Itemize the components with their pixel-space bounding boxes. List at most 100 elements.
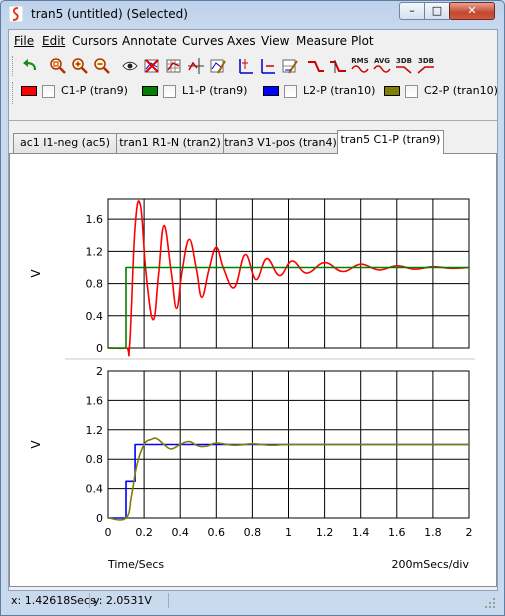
- y-tick-label: 0: [96, 342, 103, 355]
- legend-bar: C1-P (tran9) L1-P (tran9) L2-P (tran10) …: [9, 80, 498, 106]
- menu-view[interactable]: View: [261, 34, 289, 48]
- tab-strip: ac1 I1-neg (ac5) tran1 R1-N (tran2) tran…: [9, 130, 497, 154]
- y-axis-label: V: [29, 269, 43, 278]
- legend-label: L1-P (tran9): [182, 84, 248, 97]
- x-tick-label: 1.6: [388, 526, 406, 539]
- menu-edit[interactable]: Edit: [42, 34, 65, 48]
- toolbar-separator: [9, 120, 497, 121]
- legend-swatch: [263, 86, 279, 96]
- window-title: tran5 (untitled) (Selected): [31, 7, 188, 21]
- 3db-low-icon[interactable]: 3DB: [395, 57, 413, 75]
- crosshair-icon[interactable]: [187, 57, 205, 75]
- client-area: File Edit Cursors Annotate Curves Axes V…: [8, 29, 498, 591]
- menu-bar: File Edit Cursors Annotate Curves Axes V…: [9, 30, 497, 52]
- x-tick-label: 1.4: [352, 526, 370, 539]
- x-tick-label: 0.2: [135, 526, 153, 539]
- delete-axis-icon[interactable]: [259, 57, 277, 75]
- legend-checkbox-c2p[interactable]: [405, 85, 418, 98]
- legend-label: C1-P (tran9): [61, 84, 128, 97]
- legend-entry-c2p: C2-P (tran10): [384, 84, 498, 100]
- x-tick-label: 1.2: [316, 526, 334, 539]
- delete-curve-icon[interactable]: [143, 57, 161, 75]
- menu-annotate[interactable]: Annotate: [122, 34, 177, 48]
- title-bar[interactable]: tran5 (untitled) (Selected) – □ ✕: [1, 1, 504, 29]
- add-axis-icon[interactable]: [237, 57, 255, 75]
- menu-file[interactable]: File: [14, 34, 34, 48]
- add-curve-icon[interactable]: [165, 57, 183, 75]
- rise-icon[interactable]: [307, 57, 325, 75]
- eye-icon[interactable]: [121, 57, 139, 75]
- legend-label: C2-P (tran10): [424, 84, 498, 97]
- legend-swatch: [142, 86, 158, 96]
- 3db-high-icon[interactable]: 3DB: [417, 57, 435, 75]
- y-axis-label: V: [29, 440, 43, 449]
- y-tick-label: 0.8: [86, 278, 104, 291]
- x-tick-label: 0: [105, 526, 112, 539]
- legend-grip[interactable]: [12, 82, 16, 104]
- avg-label: AVG: [373, 57, 391, 65]
- legend-entry-l1p: L1-P (tran9): [142, 84, 252, 100]
- avg-icon[interactable]: AVG: [373, 57, 391, 75]
- y-tick-label: 2: [96, 365, 103, 378]
- x-axis-label: Time/Secs: [107, 558, 164, 571]
- plot-area[interactable]: 0 0.4 0.8 1.2 1.6 V 0 0.4 0.8 1.2 1.6 2 V 0 0.2 0.4 0.6 0…: [9, 153, 497, 587]
- legend-swatch: [21, 86, 37, 96]
- legend-checkbox-l2p[interactable]: [284, 85, 297, 98]
- legend-swatch: [384, 86, 400, 96]
- y-tick-label: 1.6: [86, 394, 104, 407]
- status-divider: [89, 593, 90, 608]
- menu-plot[interactable]: Plot: [351, 34, 374, 48]
- legend-entry-c1p: C1-P (tran9): [21, 84, 131, 100]
- tab-tran1[interactable]: tran1 R1-N (tran2): [116, 133, 224, 153]
- x-tick-label: 0.4: [171, 526, 189, 539]
- y-tick-label: 0.8: [86, 453, 104, 466]
- y-tick-label: 1.6: [86, 213, 104, 226]
- maximize-button[interactable]: □: [424, 2, 450, 20]
- menu-curves[interactable]: Curves: [182, 34, 224, 48]
- legend-checkbox-l1p[interactable]: [163, 85, 176, 98]
- rms-icon[interactable]: RMS: [351, 57, 369, 75]
- zoom-in-icon[interactable]: [71, 57, 89, 75]
- legend-checkbox-c1p[interactable]: [42, 85, 55, 98]
- close-button[interactable]: ✕: [449, 2, 495, 20]
- x-tick-label: 1: [285, 526, 292, 539]
- menu-axes[interactable]: Axes: [227, 34, 256, 48]
- zoom-out-icon[interactable]: [93, 57, 111, 75]
- toolbar-grip[interactable]: [12, 56, 16, 76]
- axis-edit-icon[interactable]: [281, 57, 299, 75]
- y-tick-label: 1.2: [86, 424, 104, 437]
- x-scale-label: 200mSecs/div: [392, 558, 470, 571]
- y-tick-label: 0.4: [86, 483, 104, 496]
- 3db-label: 3DB: [395, 57, 413, 65]
- minimize-button[interactable]: –: [399, 2, 425, 20]
- fall-icon[interactable]: [329, 57, 347, 75]
- app-window: tran5 (untitled) (Selected) – □ ✕ File E…: [0, 0, 505, 616]
- undo-icon[interactable]: [21, 57, 39, 75]
- x-tick-label: 0.8: [244, 526, 262, 539]
- status-divider: [168, 593, 169, 608]
- y-tick-label: 0.4: [86, 310, 104, 323]
- rms-label: RMS: [351, 57, 369, 65]
- plot-canvas[interactable]: 0 0.4 0.8 1.2 1.6 V 0 0.4 0.8 1.2 1.6 2 V 0 0.2 0.4 0.6 0…: [10, 154, 496, 586]
- toolbar: RMS AVG 3DB 3DB: [9, 52, 497, 80]
- 3db-label-2: 3DB: [417, 57, 435, 65]
- legend-label: L2-P (tran10): [303, 84, 376, 97]
- y-tick-label: 0: [96, 512, 103, 525]
- x-tick-label: 0.6: [208, 526, 226, 539]
- tab-tran3[interactable]: tran3 V1-pos (tran4): [223, 133, 338, 153]
- x-tick-label: 1.8: [424, 526, 442, 539]
- status-bar: x: 1.42618Secs y: 2.0531V: [8, 591, 498, 611]
- simetrix-app-icon[interactable]: [9, 6, 23, 22]
- menu-cursors[interactable]: Cursors: [72, 34, 118, 48]
- y-tick-label: 1.2: [86, 245, 104, 258]
- status-y-readout: y: 2.0531V: [93, 594, 152, 607]
- menu-measure[interactable]: Measure: [296, 34, 347, 48]
- legend-entry-l2p: L2-P (tran10): [263, 84, 378, 100]
- zoom-fit-icon[interactable]: [49, 57, 67, 75]
- edit-curve-icon[interactable]: [209, 57, 227, 75]
- resize-grip-icon[interactable]: [484, 597, 496, 609]
- tab-tran5[interactable]: tran5 C1-P (tran9): [337, 130, 444, 154]
- x-tick-label: 2: [466, 526, 473, 539]
- status-x-readout: x: 1.42618Secs: [11, 594, 96, 607]
- tab-ac1[interactable]: ac1 I1-neg (ac5): [13, 133, 117, 153]
